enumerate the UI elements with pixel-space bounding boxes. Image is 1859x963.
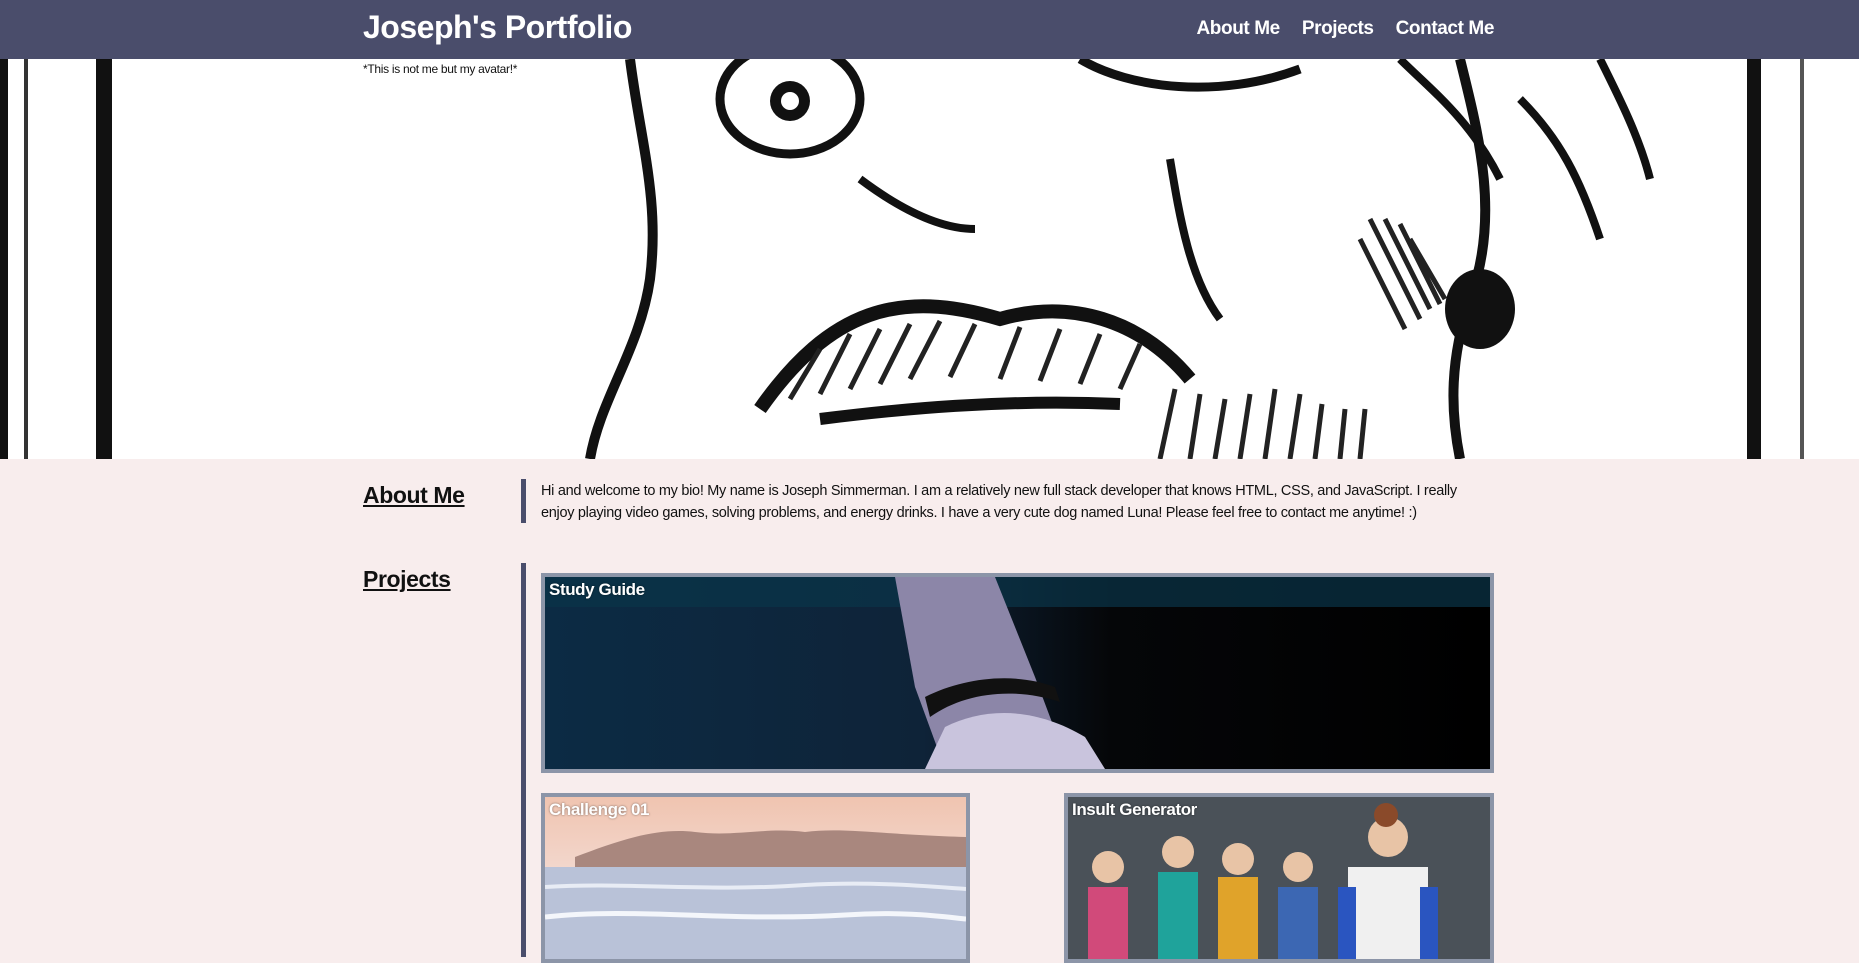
project-title: Study Guide: [549, 580, 645, 599]
insult-generator-thumbnail: [1068, 797, 1490, 959]
project-card-challenge-01[interactable]: Challenge 01: [541, 793, 970, 963]
study-guide-thumbnail: [545, 577, 1490, 769]
challenge-01-thumbnail: [545, 797, 966, 959]
project-title: Insult Generator: [1072, 800, 1197, 819]
about-divider: [521, 479, 526, 523]
avatar-caption: *This is not me but my avatar!*: [363, 62, 518, 76]
projects-heading: Projects: [363, 566, 451, 592]
site-header: Joseph's Portfolio About Me Projects Con…: [0, 0, 1859, 59]
nav-projects[interactable]: Projects: [1302, 18, 1374, 40]
site-title[interactable]: Joseph's Portfolio: [363, 9, 632, 46]
about-me-heading: About Me: [363, 482, 465, 508]
projects-divider: [521, 563, 526, 957]
hero-avatar-image: [0, 59, 1859, 459]
nav-contact-me[interactable]: Contact Me: [1396, 18, 1495, 40]
avatar-sketch-illustration: [0, 59, 1859, 459]
nav-about-me[interactable]: About Me: [1196, 18, 1280, 40]
bio-text: Hi and welcome to my bio! My name is Jos…: [541, 483, 1457, 521]
project-card-study-guide[interactable]: Study Guide: [541, 573, 1494, 773]
main-nav: About Me Projects Contact Me: [1196, 18, 1494, 40]
project-title: Challenge 01: [549, 800, 650, 819]
project-card-insult-generator[interactable]: Insult Generator: [1064, 793, 1494, 963]
